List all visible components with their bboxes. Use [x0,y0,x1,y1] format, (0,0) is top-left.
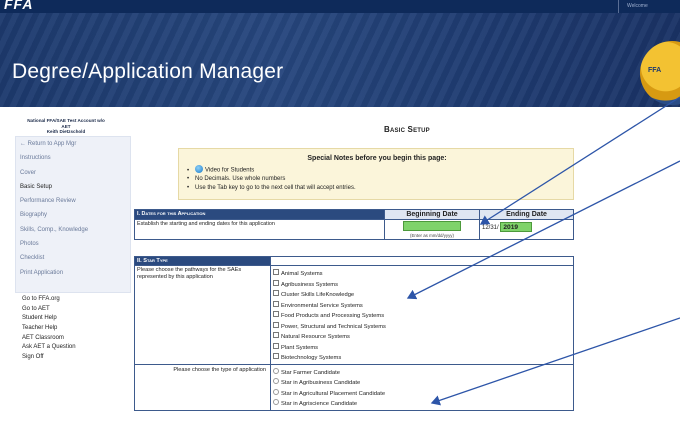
checkbox[interactable] [273,311,279,318]
link-aet[interactable]: Go to AET [22,305,76,315]
type-option[interactable]: Star in Agricultural Placement Candidate [273,388,571,400]
emblem-text: FFA [648,67,662,74]
date-format-hint: (Enter as mm/dd/yyyy) [410,233,454,238]
type-option[interactable]: Star in Agribusiness Candidate [273,378,571,389]
banner: Degree/Application Manager FFA [0,13,680,107]
top-bar: FFA Welcome [0,0,680,13]
checkbox[interactable] [273,321,279,328]
link-teacher-help[interactable]: Teacher Help [22,324,76,334]
type-option[interactable]: Star Farmer Candidate [273,367,571,379]
notes-title: Special Notes before you begin this page… [307,155,447,162]
pathway-option[interactable]: Cluster Skills LifeKnowledge [273,290,571,301]
notes-item: • No Decimals. Use whole numbers [187,176,286,182]
main-content: Basic Setup Special Notes before you beg… [132,108,680,432]
pathway-option[interactable]: Biotechnology Systems [273,353,571,364]
star-type-table: II. Star Type Please choose the pathways… [134,256,574,411]
notes-text: No Decimals. Use whole numbers [195,176,286,182]
checkbox[interactable] [273,300,279,307]
sidebar-menu: ← Return to App Mgr Instructions Cover B… [15,136,131,293]
ending-year-input[interactable]: 2019 [500,222,533,232]
beginning-date-label: Beginning Date [384,209,480,220]
pathway-option[interactable]: Natural Resource Systems [273,332,571,343]
checkbox[interactable] [273,269,279,276]
link-ffa-org[interactable]: Go to FFA.org [22,295,76,305]
dates-table: I. Dates for this Application Beginning … [134,209,574,240]
ffa-logo[interactable]: FFA [4,0,33,12]
pathway-option[interactable]: Environmental Service Systems [273,300,571,312]
page-title: Degree/Application Manager [12,60,284,83]
sidebar-item-instructions[interactable]: Instructions [16,151,130,165]
checkbox[interactable] [273,290,279,297]
sidebar-item-performance-review[interactable]: Performance Review [16,194,130,208]
pathway-option[interactable]: Power, Structural and Technical Systems [273,321,571,333]
notes-list: • Video for Students • No Decimals. Use wh… [187,165,356,193]
sidebar: National FFA/SAE Test Account w/o AET Ke… [0,108,132,432]
account-area[interactable]: Welcome [618,0,680,13]
checkbox[interactable] [273,279,279,286]
radio-button[interactable] [273,367,279,374]
type-option[interactable]: Star in Agriscience Candidate [273,399,571,410]
pathway-option[interactable]: Animal Systems [273,269,571,280]
pathway-option[interactable]: Food Products and Processing Systems [273,311,571,322]
sidebar-links: Go to FFA.org Go to AET Student Help Tea… [22,295,76,363]
pathway-option[interactable]: Agribusiness Systems [273,279,571,291]
pathway-option[interactable]: Plant Systems [273,342,571,354]
beginning-date-input[interactable] [403,221,461,231]
type-question: Please choose the type of application [134,363,271,411]
checkbox[interactable] [273,353,279,360]
section-title: Basic Setup [384,125,430,134]
sidebar-item-basic-setup[interactable]: Basic Setup [16,180,130,194]
star-type-header: II. Star Type [134,256,271,266]
link-student-help[interactable]: Student Help [22,314,76,324]
video-play-icon[interactable] [195,165,203,173]
checkbox[interactable] [273,342,279,349]
sidebar-item-print[interactable]: Print Application [16,266,130,280]
sidebar-item-biography[interactable]: Biography [16,208,130,222]
type-options: Star Farmer Candidate Star in Agribusine… [270,363,574,411]
notes-item-video[interactable]: • Video for Students [187,165,356,175]
notes-item: • Use the Tab key to go to the next cell … [187,185,356,191]
ending-date-prefix: 12/31/ [482,224,499,231]
account-user: Keith Dietzschold [46,129,86,135]
link-sign-off[interactable]: Sign Off [22,353,76,363]
sidebar-item-return[interactable]: ← Return to App Mgr [16,137,130,151]
checkbox[interactable] [273,332,279,339]
sidebar-item-checklist[interactable]: Checklist [16,251,130,265]
radio-button[interactable] [273,388,279,395]
sidebar-item-skills[interactable]: Skills, Comp., Knowledge [16,223,130,237]
special-notes-box: Special Notes before you begin this page… [178,148,574,200]
radio-button[interactable] [273,378,279,385]
dates-header: I. Dates for this Application [134,209,385,220]
dates-description: Establish the starting and ending dates … [134,219,385,240]
link-aet-classroom[interactable]: AET Classroom [22,334,76,344]
video-link[interactable]: Video for Students [205,168,254,174]
pathways-question: Please choose the pathways for the SAEs … [134,265,271,365]
notes-text: Use the Tab key to go to the next cell t… [195,185,356,191]
ending-date-label: Ending Date [479,209,574,220]
link-ask-aet[interactable]: Ask AET a Question [22,343,76,353]
account-label: Welcome [627,3,648,9]
radio-button[interactable] [273,399,279,406]
account-info: National FFA/SAE Test Account w/o AET Ke… [2,118,130,135]
sidebar-item-photos[interactable]: Photos [16,237,130,251]
pathways-options: Animal Systems Agribusiness Systems Clus… [270,265,574,365]
sidebar-item-cover[interactable]: Cover [16,166,130,180]
